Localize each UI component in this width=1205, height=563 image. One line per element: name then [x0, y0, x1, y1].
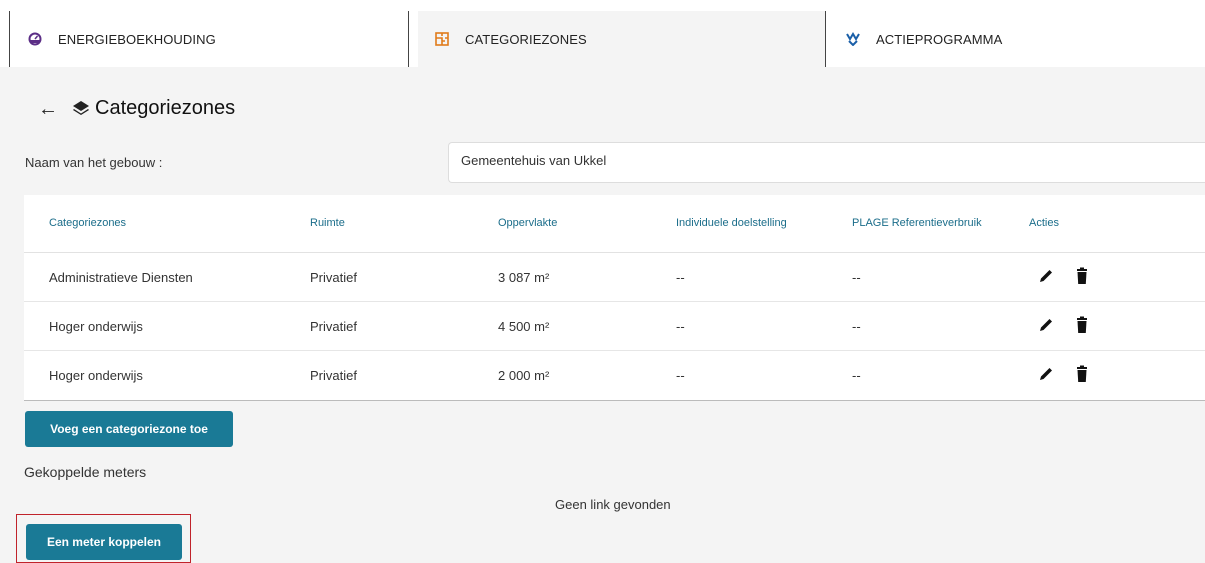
table-row: Administratieve Diensten Privatief 3 087… — [24, 253, 1205, 302]
pencil-icon[interactable] — [1037, 267, 1055, 285]
row-actions — [1037, 316, 1091, 334]
tab-bar: ENERGIEBOEKHOUDING CATEGORIEZONES ACTIEP… — [0, 0, 1205, 67]
tab-label: CATEGORIEZONES — [465, 31, 587, 47]
cell-doelstelling: -- — [676, 368, 685, 383]
tab-label: ACTIEPROGRAMMA — [876, 31, 1003, 47]
column-header-acties: Acties — [1029, 217, 1059, 229]
trash-icon[interactable] — [1073, 316, 1091, 334]
layers-icon — [72, 100, 90, 118]
page-title: Categoriezones — [95, 97, 236, 119]
floorplan-icon — [435, 32, 449, 46]
table-row: Hoger onderwijs Privatief 4 500 m² -- -- — [24, 302, 1205, 351]
row-actions — [1037, 267, 1091, 285]
cell-zone: Administratieve Diensten — [49, 270, 193, 285]
trash-icon[interactable] — [1073, 267, 1091, 285]
table-row: Hoger onderwijs Privatief 2 000 m² -- -- — [24, 351, 1205, 400]
column-header-categoriezones[interactable]: Categoriezones — [49, 217, 126, 229]
cell-plage: -- — [852, 368, 861, 383]
action-program-icon — [846, 32, 860, 46]
cell-doelstelling: -- — [676, 270, 685, 285]
arrow-left-icon[interactable]: ← — [38, 99, 58, 119]
cell-oppervlakte: 4 500 m² — [498, 319, 550, 334]
column-header-plage[interactable]: PLAGE Referentieverbruik — [852, 217, 982, 229]
cell-doelstelling: -- — [676, 319, 685, 334]
linked-meters-heading: Gekoppelde meters — [24, 464, 147, 480]
cell-ruimte: Privatief — [310, 368, 357, 383]
tab-actieprogramma[interactable]: ACTIEPROGRAMMA — [825, 11, 1205, 67]
cell-zone: Hoger onderwijs — [49, 368, 143, 383]
pencil-icon[interactable] — [1037, 316, 1055, 334]
cell-ruimte: Privatief — [310, 270, 357, 285]
cell-oppervlakte: 2 000 m² — [498, 368, 550, 383]
column-header-oppervlakte[interactable]: Oppervlakte — [498, 217, 557, 229]
building-name-field[interactable]: Gemeentehuis van Ukkel — [448, 142, 1205, 183]
add-category-zone-button[interactable]: Voeg een categoriezone toe — [25, 411, 233, 447]
main-panel: ← Categoriezones Naam van het gebouw : G… — [0, 67, 1205, 563]
cell-plage: -- — [852, 270, 861, 285]
gauge-icon — [28, 32, 42, 46]
empty-state-text: Geen link gevonden — [555, 497, 671, 512]
tab-categoriezones[interactable]: CATEGORIEZONES — [418, 11, 825, 67]
link-meter-button[interactable]: Een meter koppelen — [26, 524, 182, 560]
cell-ruimte: Privatief — [310, 319, 357, 334]
cell-oppervlakte: 3 087 m² — [498, 270, 550, 285]
table-header: Categoriezones Ruimte Oppervlakte Indivi… — [24, 195, 1205, 253]
trash-icon[interactable] — [1073, 365, 1091, 383]
column-header-doelstelling[interactable]: Individuele doelstelling — [676, 217, 787, 229]
tab-label: ENERGIEBOEKHOUDING — [58, 31, 216, 47]
pencil-icon[interactable] — [1037, 365, 1055, 383]
tab-energieboekhouding[interactable]: ENERGIEBOEKHOUDING — [9, 11, 409, 67]
page-header: ← Categoriezones — [38, 97, 235, 120]
building-name-label: Naam van het gebouw : — [25, 155, 163, 170]
column-header-ruimte[interactable]: Ruimte — [310, 217, 345, 229]
cell-plage: -- — [852, 319, 861, 334]
cell-zone: Hoger onderwijs — [49, 319, 143, 334]
category-zones-table: Categoriezones Ruimte Oppervlakte Indivi… — [24, 195, 1205, 401]
row-actions — [1037, 365, 1091, 383]
